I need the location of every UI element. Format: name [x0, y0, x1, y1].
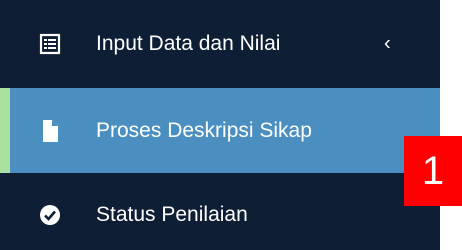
table-list-icon	[38, 32, 62, 56]
sidebar-item-label: Proses Deskripsi Sikap	[96, 118, 312, 142]
file-icon	[38, 119, 62, 143]
sidebar-item-input-data-dan-nilai[interactable]: Input Data dan Nilai ‹	[0, 8, 440, 80]
active-indicator	[0, 88, 10, 173]
sidebar-item-status-penilaian[interactable]: Status Penilaian	[0, 180, 440, 250]
sidebar: Input Data dan Nilai ‹ Proses Deskripsi …	[0, 0, 440, 250]
chevron-left-icon[interactable]: ‹	[384, 33, 391, 56]
sidebar-item-label: Status Penilaian	[96, 203, 248, 226]
check-circle-icon	[38, 203, 62, 227]
step-number-badge: 1	[404, 136, 462, 206]
sidebar-item-label: Input Data dan Nilai	[96, 32, 281, 55]
sidebar-item-proses-deskripsi-sikap[interactable]: Proses Deskripsi Sikap	[0, 88, 440, 173]
